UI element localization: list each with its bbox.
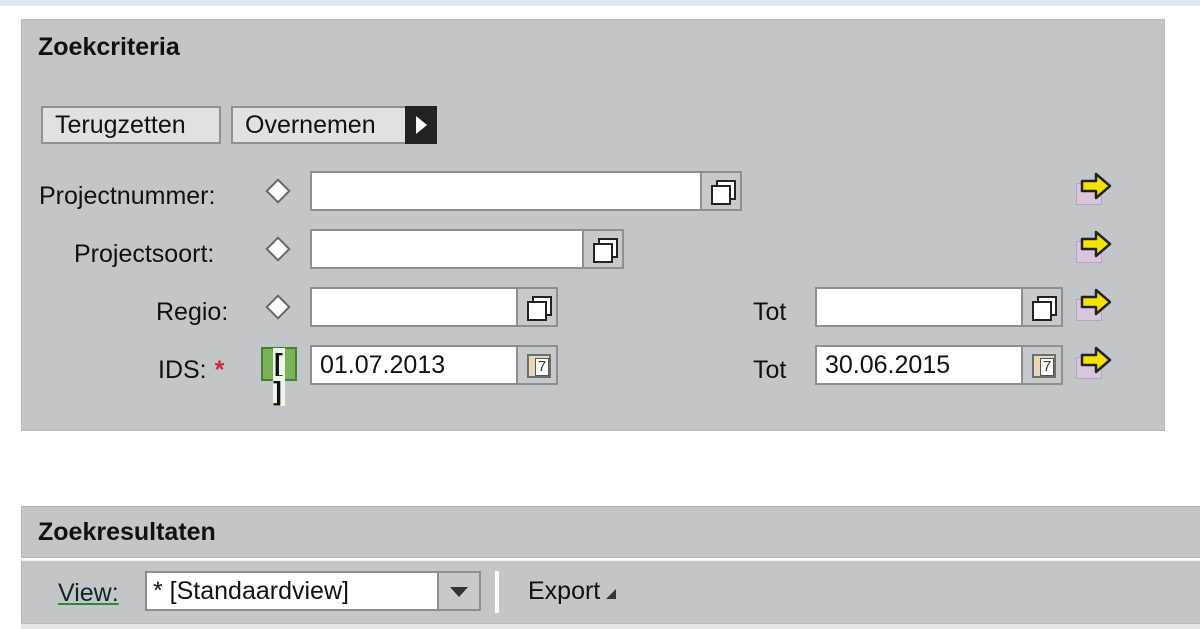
projectsoort-input[interactable] bbox=[310, 229, 624, 269]
multiple-selection-icon[interactable] bbox=[1074, 287, 1114, 323]
value-help-icon[interactable] bbox=[582, 229, 624, 269]
value-help-icon[interactable] bbox=[516, 287, 558, 327]
multiple-selection-icon[interactable] bbox=[1074, 171, 1114, 207]
reset-button[interactable]: Terugzetten bbox=[41, 106, 221, 144]
diamond-icon[interactable] bbox=[265, 236, 291, 262]
results-toolbar: View: * [Standaardview] Export bbox=[21, 560, 1200, 624]
top-border bbox=[0, 0, 1200, 6]
view-select-value: * [Standaardview] bbox=[153, 577, 349, 605]
value-help-icon[interactable] bbox=[1021, 287, 1063, 327]
apply-button-label: Overnemen bbox=[245, 111, 376, 139]
export-label: Export bbox=[528, 577, 601, 605]
regio-from-input[interactable] bbox=[310, 287, 558, 327]
diamond-icon[interactable] bbox=[265, 178, 291, 204]
calendar-icon[interactable] bbox=[516, 345, 558, 385]
regio-to-label: Tot bbox=[753, 298, 787, 326]
panel-title: Zoekresultaten bbox=[38, 518, 216, 546]
export-menu-button[interactable]: Export bbox=[528, 577, 617, 606]
play-arrow-icon bbox=[405, 106, 437, 144]
view-label[interactable]: View: bbox=[58, 579, 119, 608]
projectsoort-label: Projectsoort: bbox=[74, 240, 215, 268]
chevron-down-icon[interactable] bbox=[437, 571, 481, 611]
ids-label: IDS: * bbox=[158, 356, 225, 384]
search-results-header: Zoekresultaten bbox=[21, 506, 1200, 558]
toolbar-separator bbox=[495, 571, 499, 613]
apply-button[interactable]: Overnemen bbox=[231, 106, 437, 144]
multiple-selection-icon[interactable] bbox=[1074, 229, 1114, 265]
menu-triangle-icon bbox=[606, 589, 617, 599]
panel-title: Zoekcriteria bbox=[38, 33, 180, 61]
ids-from-input[interactable]: 01.07.2013 bbox=[310, 345, 558, 385]
value-help-icon[interactable] bbox=[700, 171, 742, 211]
between-bracket-icon[interactable]: [ ] bbox=[261, 347, 297, 406]
regio-label: Regio: bbox=[156, 298, 229, 326]
diamond-icon[interactable] bbox=[265, 294, 291, 320]
ids-to-label: Tot bbox=[753, 356, 787, 384]
view-select[interactable]: * [Standaardview] bbox=[145, 571, 481, 611]
calendar-icon[interactable] bbox=[1021, 345, 1063, 385]
regio-to-input[interactable] bbox=[815, 287, 1063, 327]
required-marker: * bbox=[214, 356, 225, 384]
projectnummer-label: Projectnummer: bbox=[39, 182, 216, 210]
ids-to-input[interactable]: 30.06.2015 bbox=[815, 345, 1063, 385]
projectnummer-input[interactable] bbox=[310, 171, 742, 211]
search-criteria-panel: Zoekcriteria Terugzetten Overnemen Proje… bbox=[21, 19, 1165, 431]
toolbar-bottom-edge bbox=[21, 624, 1200, 629]
multiple-selection-icon[interactable] bbox=[1074, 345, 1114, 381]
